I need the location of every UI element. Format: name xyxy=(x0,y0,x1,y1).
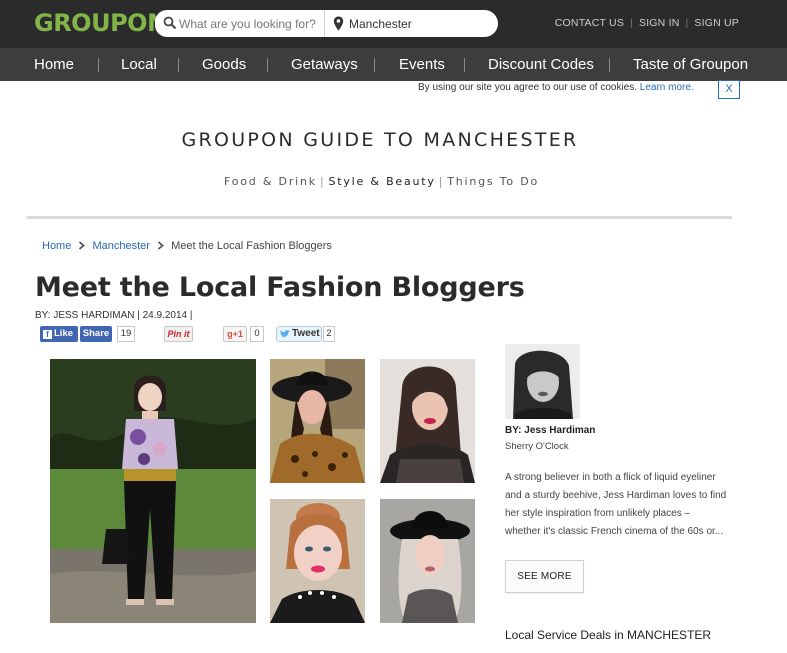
main-nav: Home Local Goods Getaways Events Discoun… xyxy=(0,48,787,81)
header-divider xyxy=(27,216,732,219)
facebook-share-button[interactable]: Share xyxy=(80,326,112,342)
nav-item-local[interactable]: Local xyxy=(121,48,157,81)
breadcrumb: Home Manchester Meet the Local Fashion B… xyxy=(42,240,332,252)
nav-item-goods[interactable]: Goods xyxy=(202,48,246,81)
blogger-photo-hat xyxy=(270,359,365,483)
see-more-button[interactable]: SEE MORE xyxy=(505,560,584,593)
article-title: Meet the Local Fashion Bloggers xyxy=(35,272,525,303)
category-separator: | xyxy=(319,175,326,188)
search-bar xyxy=(155,10,498,37)
google-plus-count: 0 xyxy=(250,326,264,342)
facebook-like-label: Like xyxy=(54,328,74,339)
nav-item-taste-of-groupon[interactable]: Taste of Groupon xyxy=(633,48,748,81)
pinterest-pin-button[interactable]: Pin it xyxy=(164,326,193,342)
search-field-wrapper xyxy=(155,10,325,37)
guide-category-nav: Food & Drink | Style & Beauty | Things To Do xyxy=(224,175,539,188)
blogger-photo-black-hat xyxy=(380,499,475,623)
google-plus-button[interactable]: g+1 xyxy=(223,326,247,342)
category-food-drink[interactable]: Food & Drink xyxy=(224,175,317,188)
cookie-learn-more-link[interactable]: Learn more. xyxy=(640,82,694,93)
nav-separator xyxy=(178,58,179,72)
sign-up-link[interactable]: SIGN UP xyxy=(694,17,739,29)
author-avatar xyxy=(505,344,580,419)
account-separator: | xyxy=(685,17,689,29)
breadcrumb-current: Meet the Local Fashion Bloggers xyxy=(171,240,332,252)
blogger-photo-pink-lips xyxy=(270,499,365,623)
nav-separator xyxy=(98,58,99,72)
top-bar: GROUPON CONTACT US | SIGN IN | SIGN UP xyxy=(0,0,787,48)
category-separator: | xyxy=(438,175,445,188)
cookie-close-button[interactable]: X xyxy=(718,80,740,99)
nav-item-getaways[interactable]: Getaways xyxy=(291,48,358,81)
nav-item-discount-codes[interactable]: Discount Codes xyxy=(488,48,594,81)
article-byline: BY: JESS HARDIMAN | 24.9.2014 | xyxy=(35,310,193,321)
facebook-icon: f xyxy=(43,330,52,339)
nav-item-events[interactable]: Events xyxy=(399,48,445,81)
cookie-text: By using our site you agree to our use o… xyxy=(418,82,638,93)
nav-separator xyxy=(464,58,465,72)
author-name: BY: Jess Hardiman xyxy=(505,425,596,436)
author-bio: A strong believer in both a flick of liq… xyxy=(505,472,727,537)
category-things-to-do[interactable]: Things To Do xyxy=(447,175,539,188)
nav-separator xyxy=(374,58,375,72)
groupon-logo[interactable]: GROUPON xyxy=(34,9,167,37)
search-input[interactable] xyxy=(179,14,319,33)
facebook-like-button[interactable]: f Like xyxy=(40,326,78,342)
nav-separator xyxy=(609,58,610,72)
account-separator: | xyxy=(630,17,633,29)
twitter-bird-icon xyxy=(280,330,290,338)
location-input[interactable] xyxy=(349,14,489,33)
breadcrumb-home[interactable]: Home xyxy=(42,240,71,252)
contact-us-link[interactable]: CONTACT US xyxy=(555,17,624,29)
cookie-notice: By using our site you agree to our use o… xyxy=(418,82,694,93)
tweet-button[interactable]: Tweet xyxy=(276,326,322,342)
local-deals-heading: Local Service Deals in MANCHESTER xyxy=(505,628,712,642)
location-pin-icon xyxy=(333,16,344,31)
nav-separator xyxy=(267,58,268,72)
tweet-count: 2 xyxy=(323,326,335,342)
breadcrumb-manchester[interactable]: Manchester xyxy=(92,240,149,252)
tweet-label: Tweet xyxy=(292,328,320,339)
sign-in-link[interactable]: SIGN IN xyxy=(639,17,680,29)
search-icon xyxy=(163,16,177,30)
nav-item-home[interactable]: Home xyxy=(34,48,74,81)
chevron-right-icon xyxy=(157,241,164,250)
account-links: CONTACT US | SIGN IN | SIGN UP xyxy=(555,17,739,29)
guide-title: GROUPON GUIDE TO MANCHESTER xyxy=(181,129,579,151)
share-count: 19 xyxy=(117,326,135,342)
category-style-beauty[interactable]: Style & Beauty xyxy=(328,175,435,188)
location-field-wrapper xyxy=(325,10,498,37)
blogger-photo-main xyxy=(50,359,256,623)
author-blog-name: Sherry O'Clock xyxy=(505,441,569,452)
blogger-photo-red-lips xyxy=(380,359,475,483)
chevron-right-icon xyxy=(79,241,86,250)
